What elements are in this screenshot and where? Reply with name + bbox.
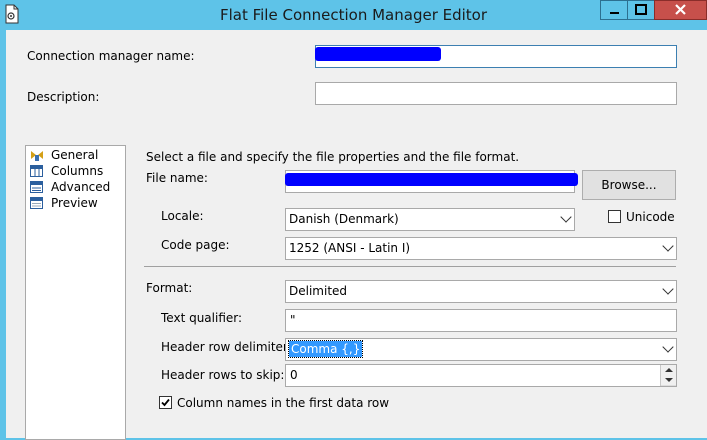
preview-icon [30, 197, 43, 209]
code-page-label: Code page: [161, 238, 230, 252]
header-rows-to-skip-label: Header rows to skip: [161, 368, 285, 382]
header-rows-to-skip-value: 0 [290, 368, 298, 382]
unicode-label: Unicode [626, 210, 675, 224]
header-row-delimiter-value: Comma {,} [287, 340, 364, 358]
header-rows-to-skip-stepper[interactable]: 0 [285, 364, 677, 387]
general-icon [30, 149, 43, 161]
format-label: Format: [146, 281, 193, 295]
nav-label-preview: Preview [51, 196, 98, 210]
file-name-label: File name: [146, 171, 208, 185]
chevron-down-icon [560, 211, 572, 223]
description-input[interactable] [315, 82, 677, 105]
advanced-icon [30, 181, 43, 193]
section-divider [144, 266, 676, 267]
caret-down-icon [665, 378, 673, 382]
locale-label: Locale: [161, 209, 204, 223]
locale-value: Danish (Denmark) [289, 212, 399, 226]
chevron-down-icon [662, 240, 674, 252]
instruction-text: Select a file and specify the file prope… [146, 150, 520, 164]
text-qualifier-value: " [290, 313, 296, 327]
format-value: Delimited [289, 284, 348, 298]
description-label: Description: [27, 90, 100, 104]
redaction-mark [285, 173, 578, 186]
format-dropdown[interactable]: Delimited [285, 280, 677, 303]
header-row-delimiter-label: Header row delimiter: [161, 340, 292, 354]
dialog-body: Connection manager name: Description: Ge… [6, 30, 707, 440]
header-row-delimiter-dropdown[interactable]: Comma {,} [285, 338, 677, 361]
column-names-label: Column names in the first data row [177, 396, 390, 410]
close-icon [675, 4, 686, 15]
unicode-checkbox[interactable] [608, 210, 621, 223]
columns-icon [30, 165, 43, 177]
nav-label-columns: Columns [51, 164, 104, 178]
page-navigation: General Columns Advanced Preview [25, 145, 126, 440]
connection-manager-name-label: Connection manager name: [27, 49, 195, 63]
text-qualifier-label: Text qualifier: [161, 311, 243, 325]
browse-button[interactable]: Browse... [582, 170, 676, 200]
maximize-button[interactable] [627, 0, 655, 20]
code-page-dropdown[interactable]: 1252 (ANSI - Latin I) [285, 237, 677, 260]
caret-up-icon [665, 368, 673, 372]
checkmark-icon [161, 398, 170, 407]
title-bar: Flat File Connection Manager Editor [0, 0, 707, 30]
text-qualifier-input[interactable]: " [285, 309, 677, 332]
column-names-checkbox[interactable] [159, 396, 172, 409]
chevron-down-icon [662, 341, 674, 353]
minimize-button[interactable] [600, 0, 628, 20]
code-page-value: 1252 (ANSI - Latin I) [289, 241, 411, 255]
close-button[interactable] [654, 0, 707, 20]
chevron-down-icon [662, 283, 674, 295]
nav-label-advanced: Advanced [51, 180, 111, 194]
maximize-icon [635, 4, 647, 15]
minimize-icon [610, 12, 619, 14]
locale-dropdown[interactable]: Danish (Denmark) [285, 208, 575, 231]
spin-buttons [660, 365, 676, 386]
redaction-mark [315, 47, 441, 61]
nav-label-general: General [51, 148, 99, 162]
spin-down-button[interactable] [661, 375, 676, 386]
